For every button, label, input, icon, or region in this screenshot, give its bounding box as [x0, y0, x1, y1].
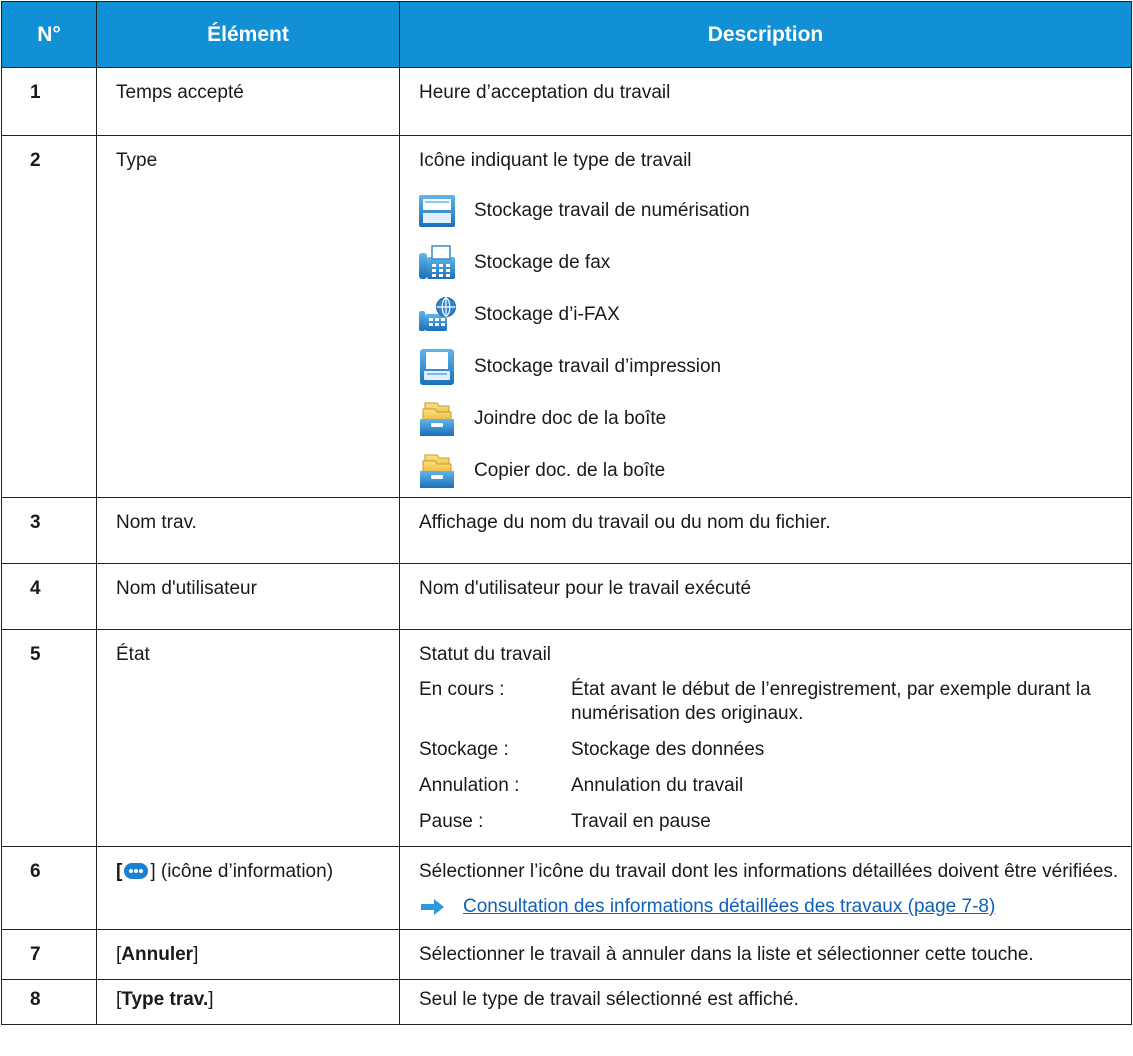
list-item: Joindre doc de la boîte	[416, 393, 1119, 445]
list-item: Stockage d’i-FAX	[416, 289, 1119, 341]
row-element: État	[96, 629, 400, 847]
table-row: 2 Type Icône indiquant le type de travai…	[1, 135, 1132, 498]
reference-link[interactable]: Consultation des informations détaillées…	[463, 895, 995, 919]
row-element: [ ] (icône d’information)	[96, 846, 400, 930]
ifax-icon	[416, 293, 458, 337]
type-label: Stockage travail d’impression	[474, 356, 722, 377]
type-label: Copier doc. de la boîte	[474, 460, 666, 481]
row-number: 3	[1, 497, 97, 564]
header-num: N°	[1, 1, 97, 68]
row-description: Sélectionner l’icône du travail dont les…	[399, 846, 1132, 930]
fax-icon	[416, 241, 458, 285]
row-element: Nom d'utilisateur	[96, 563, 400, 630]
row-element: [Annuler]	[96, 929, 400, 980]
row-description: Nom d'utilisateur pour le travail exécut…	[399, 563, 1132, 630]
state-key: Annulation :	[419, 775, 520, 796]
type-label: Stockage travail de numérisation	[474, 200, 750, 221]
state-value: Annulation du travail	[571, 775, 744, 796]
row-element: Type	[96, 135, 400, 498]
row-description: Sélectionner le travail à annuler dans l…	[399, 929, 1132, 980]
row-element: Nom trav.	[96, 497, 400, 564]
table-row: 1 Temps accepté Heure d’acceptation du t…	[1, 67, 1132, 136]
state-key: Pause :	[419, 811, 484, 832]
state-value: Travail en pause	[571, 811, 711, 832]
row-number: 7	[1, 929, 97, 980]
info-table: N° Élément Description 1 Temps accepté H…	[1, 1, 1132, 1025]
list-item: Pause : Travail en pause	[419, 810, 1119, 834]
row-element: Temps accepté	[96, 67, 400, 136]
table-row: 4 Nom d'utilisateur Nom d'utilisateur po…	[1, 563, 1132, 630]
scan-icon	[416, 189, 458, 233]
list-item: Stockage travail d’impression	[416, 341, 1119, 393]
table-row: 5 État Statut du travail En cours : État…	[1, 629, 1132, 847]
reference-link-row: Consultation des informations détaillées…	[419, 895, 1119, 929]
row-description: Heure d’acceptation du travail	[399, 67, 1132, 136]
row-number: 4	[1, 563, 97, 630]
element-key-name: Annuler	[121, 944, 194, 965]
state-intro: Statut du travail	[419, 644, 552, 665]
state-value: Stockage des données	[571, 739, 765, 760]
info-icon	[124, 863, 149, 879]
element-key-name: Type trav.	[121, 989, 209, 1010]
list-item: Stockage de fax	[416, 237, 1119, 289]
printer-icon	[416, 345, 458, 389]
arrow-right-icon	[421, 899, 444, 915]
state-value: État avant le début de l’enregistrement,…	[571, 679, 1091, 724]
description-text: Sélectionner l’icône du travail dont les…	[419, 861, 1119, 882]
bracket-close: ]	[193, 944, 199, 965]
type-intro: Icône indiquant le type de travail	[419, 150, 692, 171]
element-label: ] (icône d’information)	[150, 861, 334, 882]
row-description: Icône indiquant le type de travail Stock…	[399, 135, 1132, 498]
type-label: Stockage de fax	[474, 252, 611, 273]
row-description: Seul le type de travail sélectionné est …	[399, 979, 1132, 1025]
list-item: Stockage : Stockage des données	[419, 738, 1119, 762]
type-list: Stockage travail de numérisation Stockag…	[416, 185, 1119, 497]
type-label: Joindre doc de la boîte	[474, 408, 667, 429]
state-key: En cours :	[419, 679, 505, 700]
row-description: Statut du travail En cours : État avant …	[399, 629, 1132, 847]
list-item: Annulation : Annulation du travail	[419, 774, 1119, 798]
table-row: 6 [ ] (icône d’information) Sélectionner …	[1, 846, 1132, 930]
list-item: Stockage travail de numérisation	[416, 185, 1119, 237]
row-number: 1	[1, 67, 97, 136]
table-row: 3 Nom trav. Affichage du nom du travail …	[1, 497, 1132, 564]
table-row: 8 [Type trav.] Seul le type de travail s…	[1, 979, 1132, 1025]
list-item: En cours : État avant le début de l’enre…	[419, 678, 1119, 726]
row-number: 2	[1, 135, 97, 498]
type-label: Stockage d’i-FAX	[474, 304, 620, 325]
bracket-open: [	[116, 861, 123, 882]
table-row: 7 [Annuler] Sélectionner le travail à an…	[1, 929, 1132, 980]
row-number: 5	[1, 629, 97, 847]
list-item: Copier doc. de la boîte	[416, 445, 1119, 497]
header-description: Description	[399, 1, 1132, 68]
row-description: Affichage du nom du travail ou du nom du…	[399, 497, 1132, 564]
box-folder-icon	[416, 449, 458, 493]
state-key: Stockage :	[419, 739, 509, 760]
state-list: En cours : État avant le début de l’enre…	[419, 678, 1119, 834]
row-number: 6	[1, 846, 97, 930]
row-element: [Type trav.]	[96, 979, 400, 1025]
header-element: Élément	[96, 1, 400, 68]
row-number: 8	[1, 979, 97, 1025]
bracket-close: ]	[208, 989, 214, 1010]
box-folder-icon	[416, 397, 458, 441]
table-header: N° Élément Description	[1, 1, 1132, 68]
